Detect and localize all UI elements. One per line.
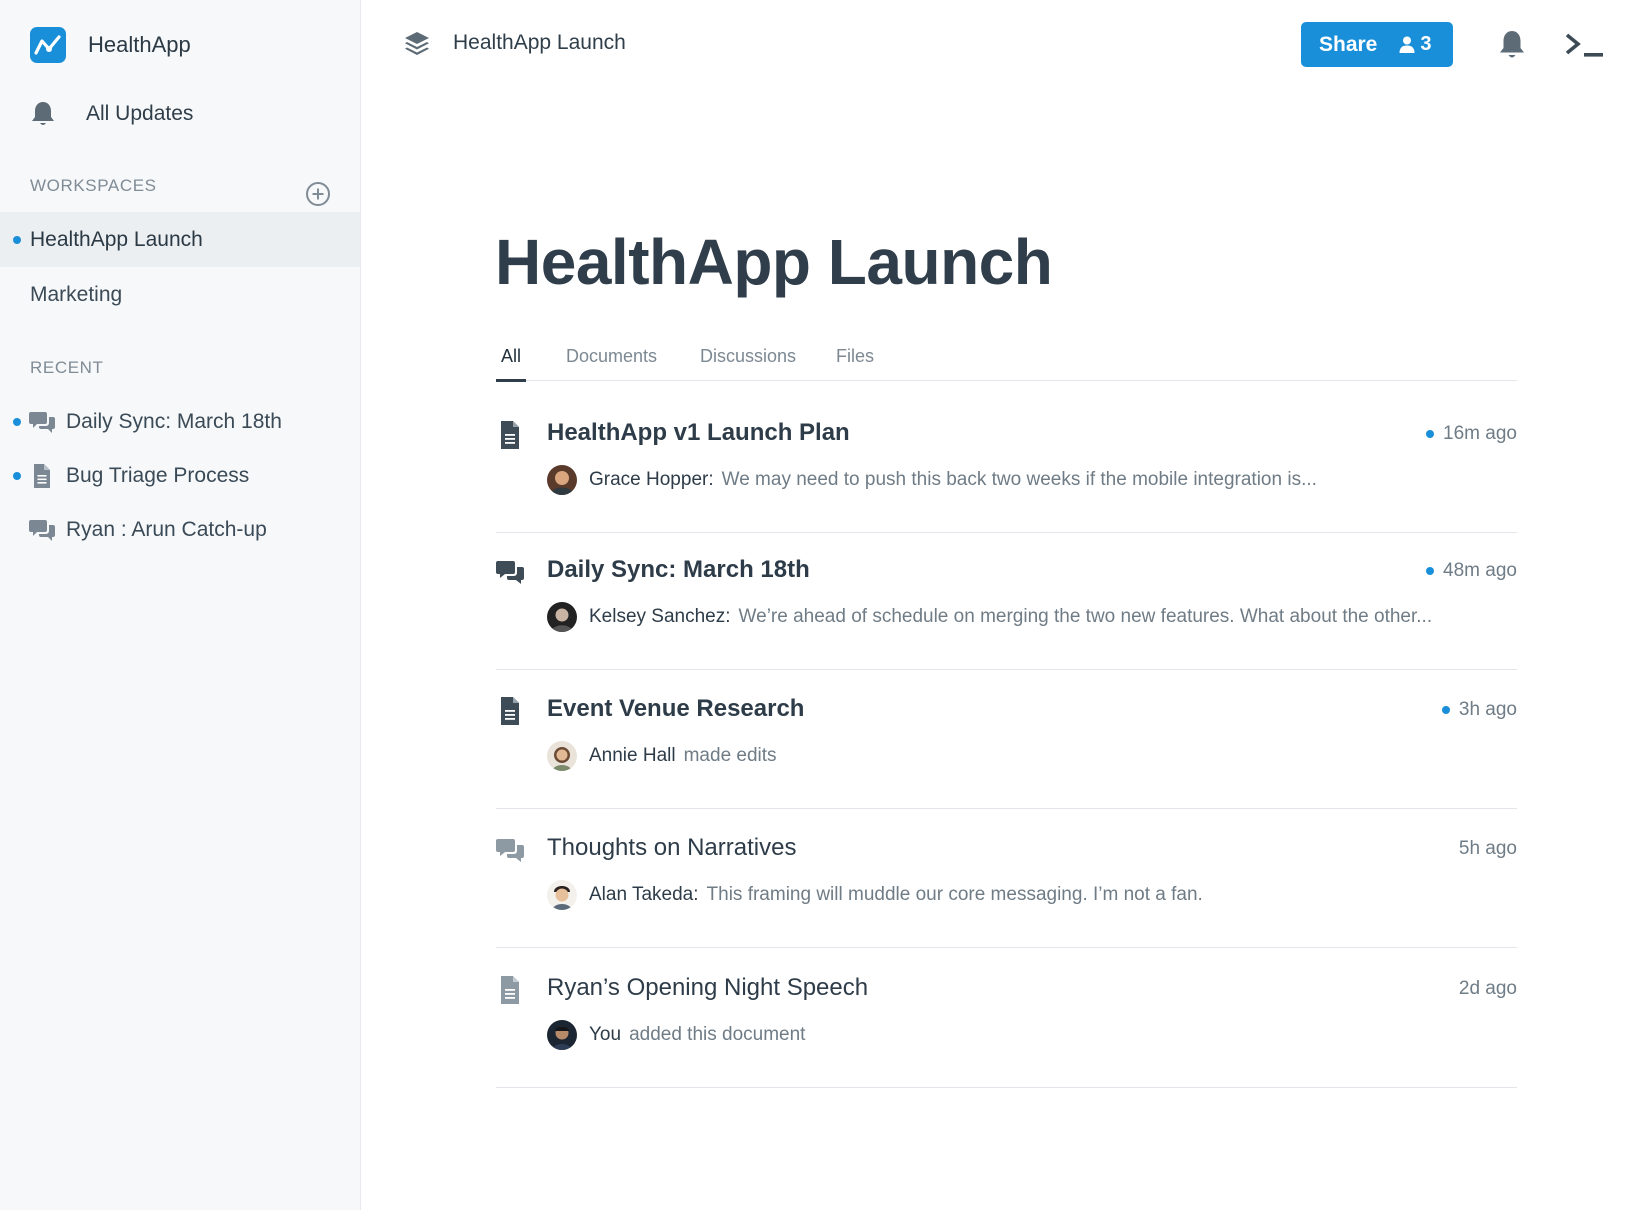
feed-item[interactable]: Thoughts on Narratives 5h ago Alan Taked… <box>496 802 1517 948</box>
tab-bar: All Documents Discussions Files <box>496 346 1517 382</box>
feed-item-time: 3h ago <box>1441 699 1517 721</box>
feed-item-meta: You added this document <box>547 1020 805 1050</box>
tab-all[interactable]: All <box>496 346 527 382</box>
feed-time-label: 5h ago <box>1458 838 1517 859</box>
feed-item-title[interactable]: Thoughts on Narratives <box>547 834 796 862</box>
feed-time-label: 48m ago <box>1443 560 1517 581</box>
healthapp-logo-icon <box>30 27 66 63</box>
avatar <box>547 465 577 495</box>
feed-time-label: 16m ago <box>1443 423 1517 444</box>
layers-icon <box>405 32 429 55</box>
sidebar: HealthApp All Updates WORKSPACES HealthA… <box>0 0 361 1210</box>
feed-item-meta: Alan Takeda: This framing will muddle ou… <box>547 880 1203 910</box>
share-button[interactable]: Share 3 <box>1301 22 1453 67</box>
recent-item-label: Bug Triage Process <box>66 464 250 487</box>
sidebar-item-healthapp-launch[interactable]: HealthApp Launch <box>0 212 360 267</box>
tab-discussions[interactable]: Discussions <box>700 346 796 381</box>
feed-item[interactable]: Event Venue Research 3h ago Annie Hall m… <box>496 663 1517 809</box>
add-workspace-icon[interactable] <box>305 181 331 207</box>
share-label: Share <box>1319 32 1378 56</box>
app-root: HealthApp All Updates WORKSPACES HealthA… <box>0 0 1650 1210</box>
feed-text: We may need to push this back two weeks … <box>721 469 1317 490</box>
member-count-value: 3 <box>1420 33 1432 55</box>
feed-item[interactable]: Daily Sync: March 18th 48m ago Kelsey Sa… <box>496 524 1517 670</box>
recent-item-label: Daily Sync: March 18th <box>66 410 282 433</box>
unread-dot <box>13 418 21 426</box>
workspace-label: Marketing <box>30 282 123 306</box>
feed-time-label: 3h ago <box>1458 699 1517 720</box>
chat-icon <box>29 520 55 541</box>
chat-icon <box>496 561 524 584</box>
notifications-bell-icon[interactable] <box>1497 29 1527 61</box>
recent-item-ryan-arun[interactable]: Ryan : Arun Catch-up <box>0 508 360 552</box>
main-content: HealthApp Launch Share 3 HealthApp Launc… <box>361 0 1650 1210</box>
feed-author: Alan Takeda: <box>589 884 699 905</box>
unread-dot <box>13 472 21 480</box>
feed-author: Kelsey Sanchez: <box>589 606 731 627</box>
brand-name: HealthApp <box>88 32 191 57</box>
person-icon <box>1399 36 1415 53</box>
unread-dot <box>1426 567 1435 575</box>
workspaces-heading: WORKSPACES <box>30 176 157 195</box>
recent-item-label: Ryan : Arun Catch-up <box>66 518 267 541</box>
document-icon <box>34 464 50 488</box>
recent-item-daily-sync[interactable]: Daily Sync: March 18th <box>0 400 360 444</box>
avatar <box>547 880 577 910</box>
feed-text: This framing will muddle our core messag… <box>706 884 1203 905</box>
feed-item-time: 5h ago <box>1459 838 1517 860</box>
feed-author: Annie Hall <box>589 745 676 766</box>
chat-icon <box>29 412 55 433</box>
breadcrumb[interactable]: HealthApp Launch <box>403 30 626 56</box>
tab-documents[interactable]: Documents <box>566 346 657 381</box>
feed-item-meta: Kelsey Sanchez: We’re ahead of schedule … <box>547 602 1432 632</box>
bell-icon <box>32 102 54 125</box>
feed-text: We’re ahead of schedule on merging the t… <box>738 606 1433 627</box>
sidebar-item-marketing[interactable]: Marketing <box>0 267 360 322</box>
feed-text: added this document <box>629 1024 806 1045</box>
feed-item-title[interactable]: HealthApp v1 Launch Plan <box>547 419 850 447</box>
feed-item-title[interactable]: Ryan’s Opening Night Speech <box>547 974 868 1002</box>
feed-item-meta: Grace Hopper: We may need to push this b… <box>547 465 1317 495</box>
unread-dot <box>1441 706 1450 714</box>
recent-heading: RECENT <box>30 358 104 377</box>
avatar <box>547 602 577 632</box>
active-indicator-dot <box>13 236 21 244</box>
feed-author: You <box>589 1024 622 1045</box>
document-icon <box>501 421 519 449</box>
page-title: HealthApp Launch <box>495 226 1053 298</box>
feed-item-time: 48m ago <box>1426 560 1517 582</box>
unread-dot <box>1426 430 1435 438</box>
feed-item-title[interactable]: Daily Sync: March 18th <box>547 556 810 584</box>
tab-files[interactable]: Files <box>836 346 874 381</box>
brand[interactable]: HealthApp <box>30 27 191 63</box>
feed-text: made edits <box>683 745 777 766</box>
all-updates-label: All Updates <box>86 102 194 125</box>
document-icon <box>501 976 519 1004</box>
feed-item[interactable]: HealthApp v1 Launch Plan 16m ago Grace H… <box>496 387 1517 533</box>
feed-item[interactable]: Ryan’s Opening Night Speech 2d ago You a… <box>496 942 1517 1088</box>
document-icon <box>501 697 519 725</box>
all-updates-link[interactable]: All Updates <box>30 100 193 128</box>
feed-item-time: 16m ago <box>1426 423 1517 445</box>
workspace-label: HealthApp Launch <box>30 227 203 251</box>
feed-item-time: 2d ago <box>1459 978 1517 1000</box>
recent-item-bug-triage[interactable]: Bug Triage Process <box>0 454 360 498</box>
feed-author: Grace Hopper: <box>589 469 714 490</box>
feed-time-label: 2d ago <box>1458 978 1517 999</box>
feed-item-meta: Annie Hall made edits <box>547 741 777 771</box>
member-count: 3 <box>1399 33 1432 56</box>
breadcrumb-label: HealthApp Launch <box>453 31 626 54</box>
avatar <box>547 741 577 771</box>
terminal-icon[interactable] <box>1564 31 1606 61</box>
chat-icon <box>496 839 524 862</box>
feed-item-title[interactable]: Event Venue Research <box>547 695 804 723</box>
avatar <box>547 1020 577 1050</box>
